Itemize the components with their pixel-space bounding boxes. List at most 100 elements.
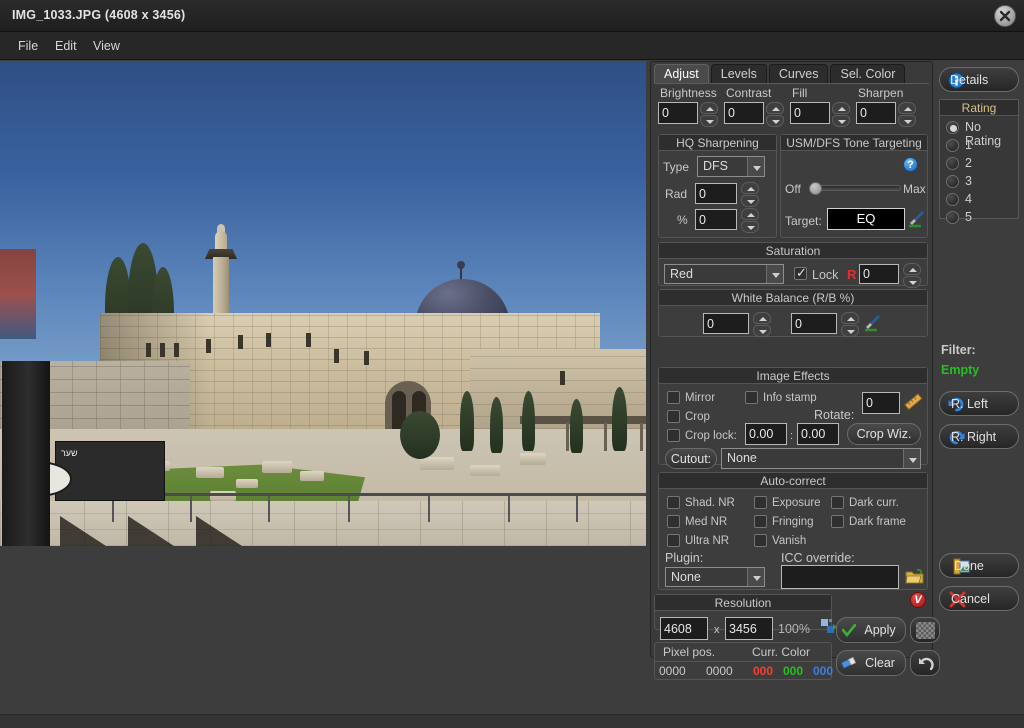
tab-adjust[interactable]: Adjust xyxy=(654,64,709,83)
rating-label-5: 5 xyxy=(965,210,972,224)
tone-slider-track[interactable] xyxy=(809,185,901,191)
rotate-right-button[interactable]: R. Right xyxy=(939,424,1019,449)
done-button[interactable]: Done xyxy=(939,553,1019,578)
rotate-input[interactable] xyxy=(862,392,900,414)
dark-curr-checkbox[interactable] xyxy=(831,496,844,509)
chevron-down-icon[interactable] xyxy=(747,568,764,586)
chevron-down-icon[interactable] xyxy=(903,449,920,468)
sharpen-input[interactable] xyxy=(856,102,896,124)
stepper-up[interactable] xyxy=(700,102,718,114)
stepper-up[interactable] xyxy=(898,102,916,114)
ruler-icon[interactable] xyxy=(904,393,923,412)
crop-width-input[interactable] xyxy=(745,423,787,445)
saturation-stepper[interactable] xyxy=(903,263,921,289)
brightness-input[interactable] xyxy=(658,102,698,124)
rad-input[interactable] xyxy=(695,183,737,204)
close-icon[interactable] xyxy=(994,5,1016,27)
exposure-checkbox[interactable] xyxy=(754,496,767,509)
resolution-width-input[interactable] xyxy=(660,617,708,640)
rotate-left-button[interactable]: R. Left xyxy=(939,391,1019,416)
menu-view[interactable]: View xyxy=(88,38,125,54)
saturation-channel-dropdown[interactable]: Red xyxy=(664,264,784,284)
cutout-button[interactable]: Cutout: xyxy=(665,448,717,469)
details-button[interactable]: Details xyxy=(939,67,1019,92)
eyedropper-icon[interactable] xyxy=(865,313,882,333)
stepper-down[interactable] xyxy=(898,115,916,127)
percent-stepper[interactable] xyxy=(741,208,759,234)
brightness-stepper[interactable] xyxy=(700,102,718,128)
tab-curves[interactable]: Curves xyxy=(768,64,829,83)
target-value[interactable]: EQ xyxy=(827,208,905,230)
fill-light-stepper[interactable] xyxy=(832,102,850,128)
rating-radio-2[interactable] xyxy=(946,157,959,170)
stepper-up[interactable] xyxy=(832,102,850,114)
railing-post xyxy=(508,496,510,522)
chevron-down-icon[interactable] xyxy=(766,265,783,283)
apply-button[interactable]: Apply xyxy=(836,617,906,643)
stepper-down[interactable] xyxy=(753,325,771,337)
rating-radio-1[interactable] xyxy=(946,139,959,152)
v-badge[interactable]: V xyxy=(910,592,926,608)
crop-lock-checkbox[interactable] xyxy=(667,429,680,442)
dark-frame-checkbox[interactable] xyxy=(831,515,844,528)
menu-file[interactable]: File xyxy=(13,38,43,54)
contrast-input[interactable] xyxy=(724,102,764,124)
stepper-up[interactable] xyxy=(903,263,921,275)
white-balance-r-input[interactable] xyxy=(703,313,749,334)
icc-override-input[interactable] xyxy=(781,565,899,589)
cancel-button[interactable]: Cancel xyxy=(939,586,1019,611)
rating-radio-5[interactable] xyxy=(946,211,959,224)
stepper-down[interactable] xyxy=(903,276,921,288)
white-balance-b-stepper[interactable] xyxy=(841,312,859,338)
minaret-top xyxy=(215,231,227,251)
stepper-down[interactable] xyxy=(741,221,759,233)
mirror-checkbox[interactable] xyxy=(667,391,680,404)
menu-edit[interactable]: Edit xyxy=(50,38,82,54)
crop-checkbox[interactable] xyxy=(667,410,680,423)
resolution-height-input[interactable] xyxy=(725,617,773,640)
stepper-down[interactable] xyxy=(700,115,718,127)
contrast-stepper[interactable] xyxy=(766,102,784,128)
chevron-down-icon[interactable] xyxy=(747,157,764,176)
tone-slider-knob[interactable] xyxy=(809,182,822,195)
stepper-up[interactable] xyxy=(753,312,771,324)
stepper-down[interactable] xyxy=(832,115,850,127)
stepper-up[interactable] xyxy=(766,102,784,114)
saturation-value-input[interactable] xyxy=(859,264,899,284)
rating-radio-4[interactable] xyxy=(946,193,959,206)
white-balance-r-stepper[interactable] xyxy=(753,312,771,338)
fill-light-input[interactable] xyxy=(790,102,830,124)
help-icon[interactable]: ? xyxy=(903,157,918,172)
rad-stepper[interactable] xyxy=(741,182,759,208)
stepper-down[interactable] xyxy=(841,325,859,337)
rating-radio-3[interactable] xyxy=(946,175,959,188)
tab-levels[interactable]: Levels xyxy=(710,64,767,83)
sharpen-type-dropdown[interactable]: DFS xyxy=(697,156,765,177)
lock-checkbox[interactable] xyxy=(794,265,807,281)
wall-window xyxy=(146,343,151,357)
fringing-checkbox[interactable] xyxy=(754,515,767,528)
stepper-up[interactable] xyxy=(841,312,859,324)
stepper-up[interactable] xyxy=(741,182,759,194)
plugin-dropdown[interactable]: None xyxy=(665,567,765,587)
eyedropper-icon[interactable] xyxy=(909,209,926,229)
shad-nr-checkbox[interactable] xyxy=(667,496,680,509)
vanish-checkbox[interactable] xyxy=(754,534,767,547)
percent-input[interactable] xyxy=(695,209,737,230)
clear-button[interactable]: Clear xyxy=(836,650,906,676)
med-nr-checkbox[interactable] xyxy=(667,515,680,528)
sharpen-stepper[interactable] xyxy=(898,102,916,128)
stepper-down[interactable] xyxy=(741,195,759,207)
cutout-dropdown[interactable]: None xyxy=(721,448,921,469)
white-balance-b-input[interactable] xyxy=(791,313,837,334)
stepper-down[interactable] xyxy=(766,115,784,127)
folder-icon[interactable] xyxy=(905,568,924,586)
tab-sel-color[interactable]: Sel. Color xyxy=(830,64,906,83)
info-stamp-checkbox[interactable] xyxy=(745,391,758,404)
stepper-up[interactable] xyxy=(741,208,759,220)
ultra-nr-checkbox[interactable] xyxy=(667,534,680,547)
crop-wizard-button[interactable]: Crop Wiz. xyxy=(847,423,921,445)
image-canvas[interactable]: שער 04-34928 xyxy=(0,61,646,546)
crop-height-input[interactable] xyxy=(797,423,839,445)
rating-radio-none[interactable] xyxy=(946,121,959,134)
